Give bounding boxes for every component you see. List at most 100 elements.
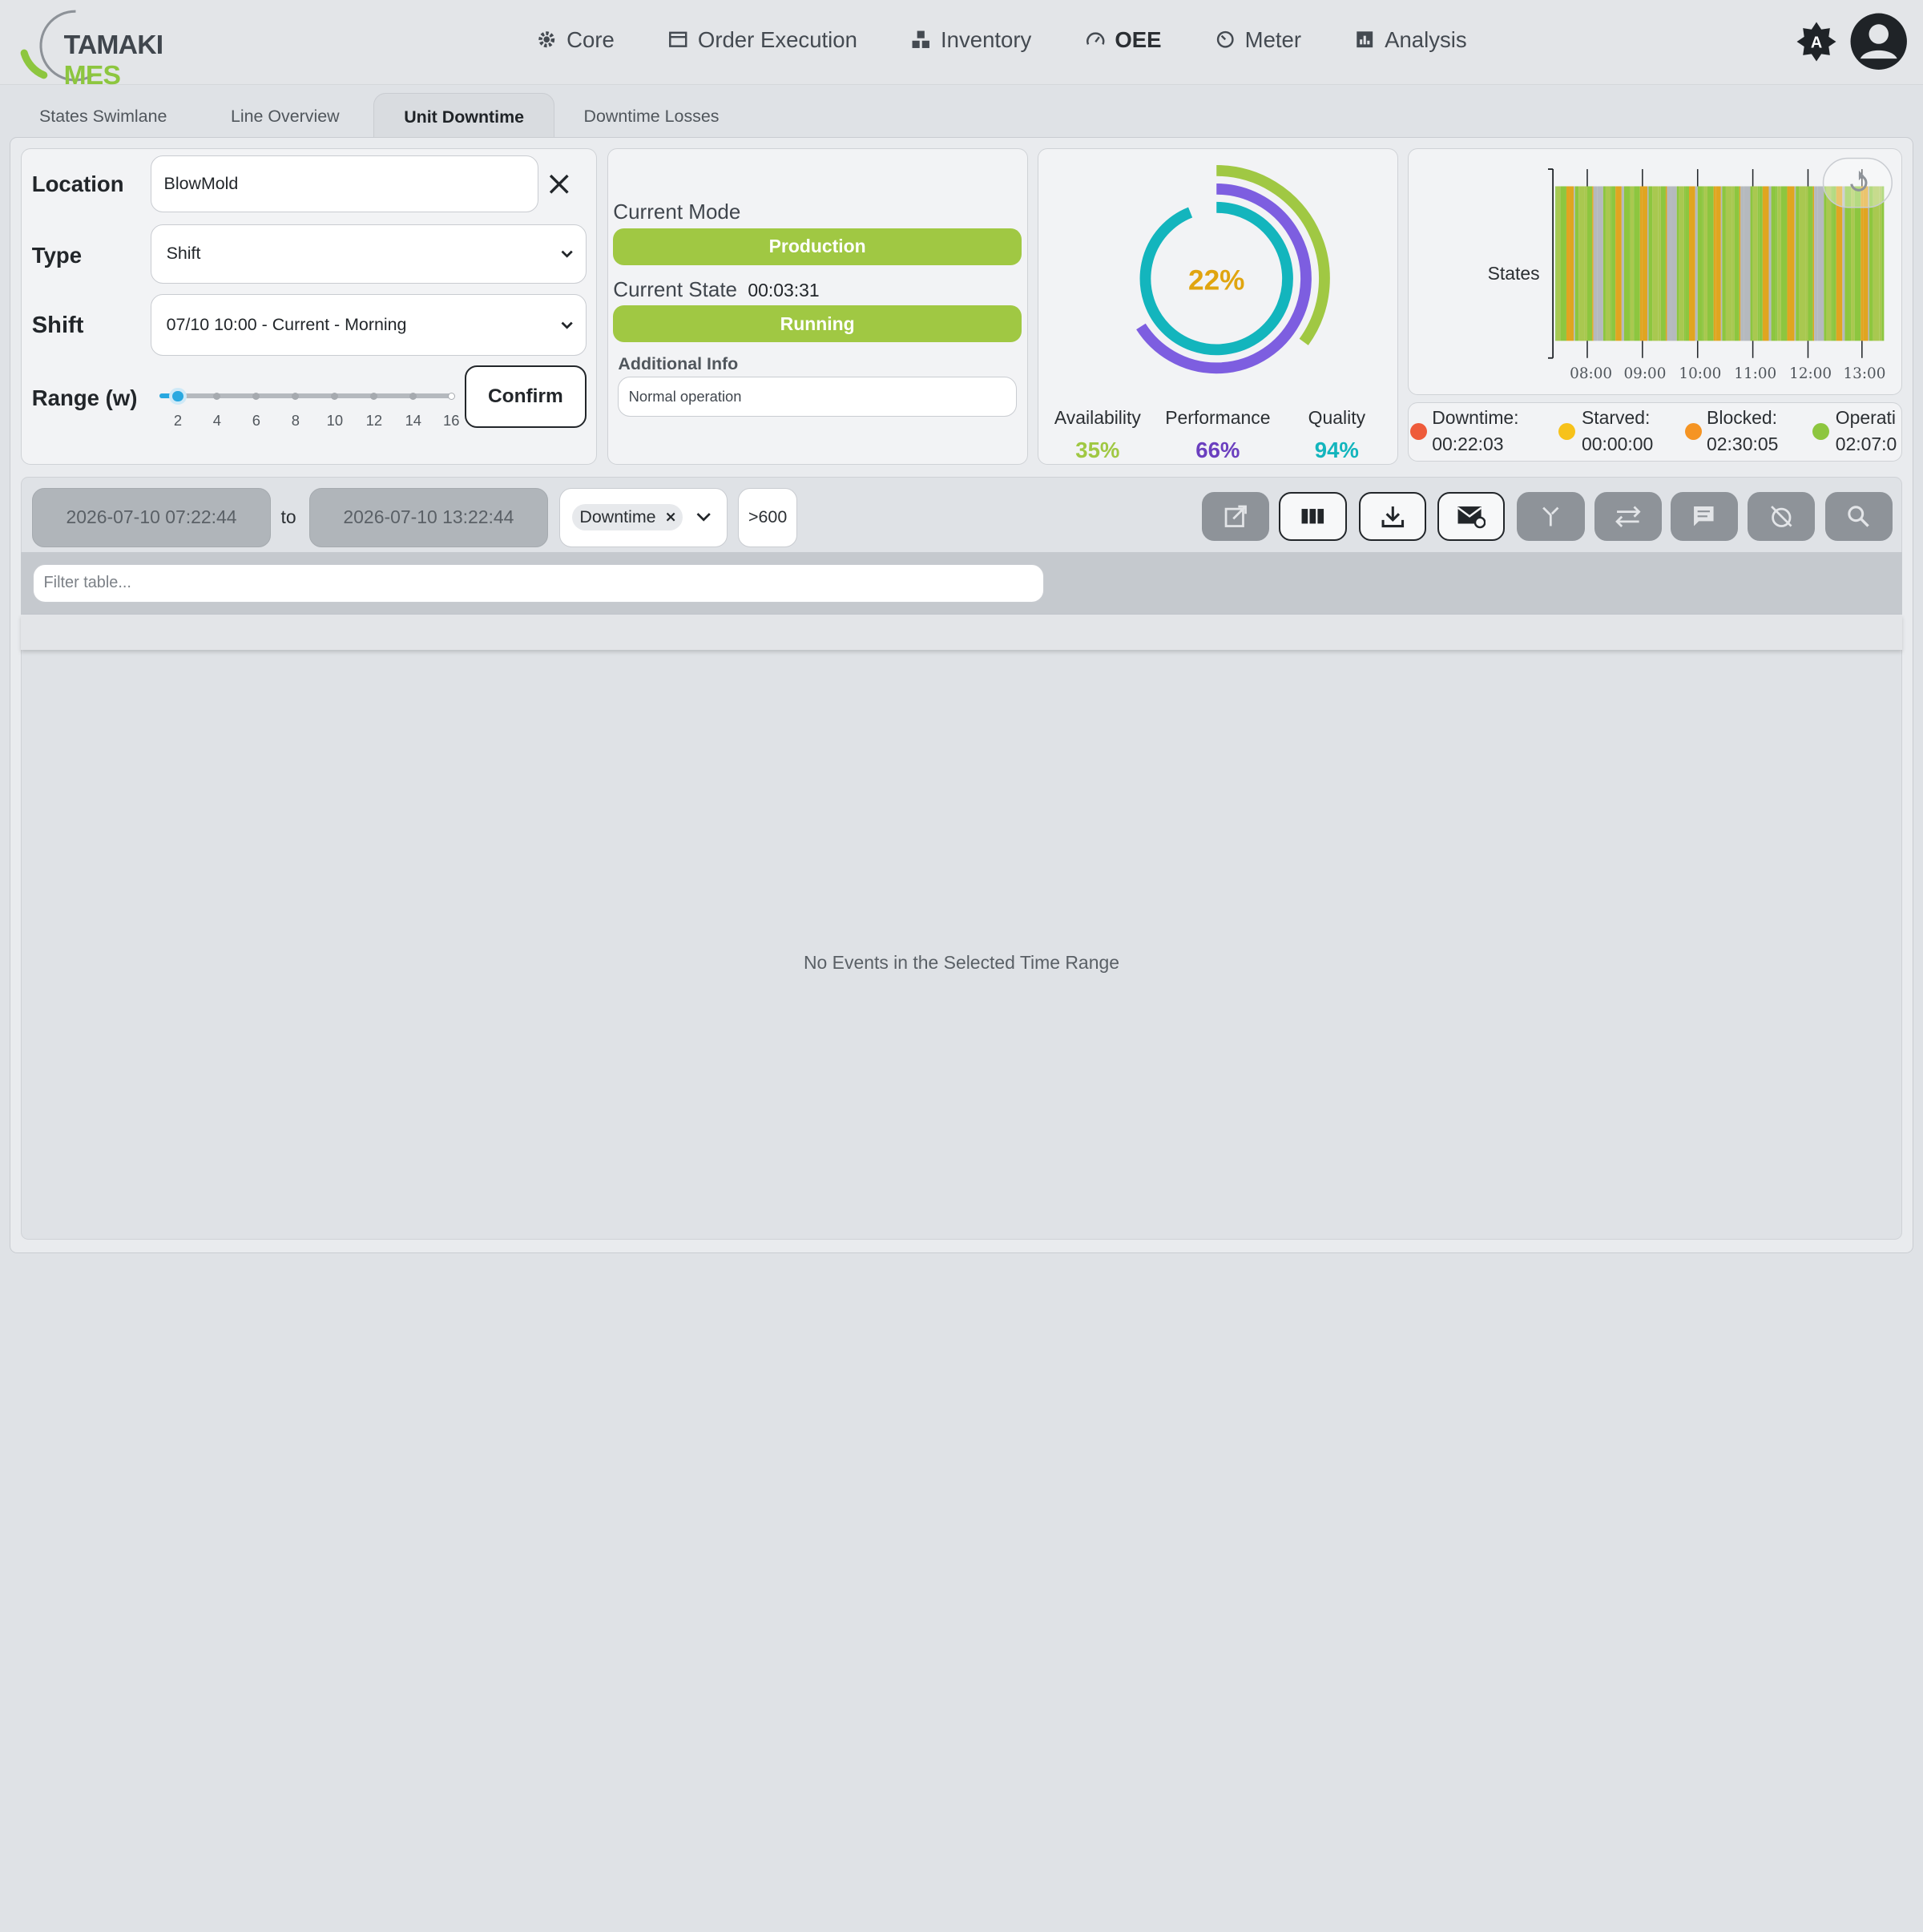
clear-location-icon[interactable] — [548, 173, 570, 196]
user-avatar-icon[interactable] — [1849, 12, 1908, 71]
state-stripe — [1878, 186, 1881, 341]
state-stripe — [1702, 186, 1703, 341]
download-icon — [1381, 506, 1404, 528]
downtime-chip[interactable]: Downtime — [572, 503, 683, 531]
state-stripe — [1559, 186, 1566, 341]
additional-info-label: Additional Info — [618, 354, 739, 374]
state-stripe — [1823, 186, 1827, 341]
swap-icon — [1615, 506, 1641, 527]
state-stripe — [1831, 186, 1832, 341]
time-label: 12:00 — [1789, 365, 1832, 383]
state-stripe — [1740, 186, 1744, 341]
state-stripe — [1799, 186, 1806, 341]
state-stripe — [1703, 186, 1707, 341]
state-stripe — [1596, 186, 1603, 341]
tab-states-swimlane[interactable]: States Swimlane — [10, 93, 196, 139]
state-stripe — [1658, 186, 1661, 341]
state-stripe — [1734, 186, 1740, 341]
range-tick-label: 14 — [405, 412, 422, 430]
state-stripe — [1844, 186, 1850, 341]
current-state-duration: 00:03:31 — [748, 279, 820, 300]
theme-toggle-icon[interactable]: A — [1796, 21, 1837, 63]
state-stripe — [1750, 186, 1753, 341]
threshold-field[interactable]: >600 — [738, 488, 797, 547]
state-stripe — [1841, 186, 1845, 341]
state-stripe — [1720, 186, 1722, 341]
range-tick-label: 2 — [173, 412, 183, 430]
state-stripe — [1869, 186, 1873, 341]
legend-downtime-value: 00:22:03 — [1432, 434, 1504, 455]
range-tick-label: 6 — [252, 412, 260, 430]
nav-label: Analysis — [1385, 26, 1467, 52]
refresh-icon[interactable] — [1822, 157, 1893, 208]
performance-label: Performance — [1165, 407, 1271, 429]
start-date-field[interactable]: 2026-07-10 07:22:44 — [31, 488, 272, 547]
nav-item-inventory[interactable]: Inventory — [911, 27, 1031, 53]
state-stripe — [1721, 186, 1726, 341]
state-stripe — [1849, 186, 1851, 341]
state-filter-select[interactable]: Downtime — [558, 488, 728, 547]
gear-icon — [538, 31, 555, 48]
downtime-dot — [1409, 422, 1428, 440]
legend-downtime: Downtime: 00:22:03 — [1432, 405, 1518, 458]
shift-select[interactable]: 07/10 10:00 - Current - Morning — [151, 294, 587, 356]
nav-item-analysis[interactable]: Analysis — [1355, 26, 1467, 53]
state-stripe — [1605, 186, 1611, 341]
state-stripe — [1584, 186, 1587, 341]
state-stripe — [1602, 186, 1606, 341]
state-stripe — [1758, 186, 1763, 341]
end-date-field[interactable]: 2026-07-10 13:22:44 — [308, 488, 549, 547]
nav-item-oee[interactable]: OEE — [1086, 27, 1162, 53]
state-stripe — [1776, 186, 1777, 341]
range-tick-label: 16 — [443, 412, 460, 430]
top-header: TAMAKI MES Core Order Execution Inventor… — [0, 0, 1923, 91]
nav-item-core[interactable]: Core — [537, 27, 615, 53]
time-label: 10:00 — [1679, 365, 1722, 383]
range-slider-knob[interactable] — [169, 387, 187, 405]
state-stripe — [1873, 186, 1879, 341]
state-stripe — [1593, 186, 1597, 341]
merge-button[interactable] — [1517, 491, 1585, 541]
state-stripe — [1789, 186, 1795, 341]
comment-button[interactable] — [1670, 491, 1738, 541]
tab-line-overview[interactable]: Line Overview — [196, 93, 373, 139]
columns-button[interactable] — [1279, 491, 1347, 541]
download-button[interactable] — [1358, 491, 1427, 541]
state-stripe — [1685, 186, 1689, 341]
state-stripe — [1725, 186, 1732, 341]
chip-close-icon[interactable] — [666, 512, 675, 522]
tab-downtime-losses[interactable]: Downtime Losses — [554, 93, 748, 139]
type-select[interactable]: Shift — [151, 224, 587, 284]
nav-item-order-execution[interactable]: Order Execution — [668, 27, 857, 53]
swap-button[interactable] — [1594, 491, 1662, 541]
open-external-button[interactable] — [1201, 491, 1270, 541]
location-input[interactable]: BlowMold — [151, 155, 538, 212]
state-stripe — [1715, 186, 1721, 341]
state-stripe — [1732, 186, 1735, 341]
state-stripe — [1836, 186, 1842, 341]
state-stripe — [1578, 186, 1585, 341]
chart-icon — [1357, 31, 1373, 48]
current-mode-label: Current Mode — [613, 200, 741, 224]
performance-value: 66% — [1195, 438, 1240, 463]
app-logo[interactable]: TAMAKI MES — [17, 4, 201, 91]
search-button[interactable] — [1824, 491, 1893, 541]
tab-unit-downtime[interactable]: Unit Downtime — [373, 93, 554, 139]
confirm-button[interactable]: Confirm — [465, 365, 587, 429]
range-tick-label: 8 — [291, 412, 300, 430]
time-label: 13:00 — [1843, 365, 1886, 383]
legend-card: Downtime: 00:22:03 Starved: 00:00:00 Blo… — [1408, 402, 1902, 462]
legend-operating: Operati 02:07:0 — [1836, 405, 1897, 458]
availability-value: 35% — [1075, 438, 1120, 463]
alarm-off-button[interactable] — [1748, 491, 1816, 541]
nav-item-meter[interactable]: Meter — [1215, 27, 1301, 53]
email-button[interactable] — [1437, 491, 1506, 541]
range-tick-label: 4 — [212, 412, 222, 430]
state-stripe — [1688, 186, 1695, 341]
logo-text-a: TAMAKI — [63, 30, 164, 61]
state-stripe — [1707, 186, 1714, 341]
table-filter-input[interactable]: Filter table... — [33, 564, 1044, 603]
calendar-icon — [669, 32, 687, 48]
oee-value: 22% — [1188, 264, 1244, 296]
state-stripe — [1850, 186, 1855, 341]
